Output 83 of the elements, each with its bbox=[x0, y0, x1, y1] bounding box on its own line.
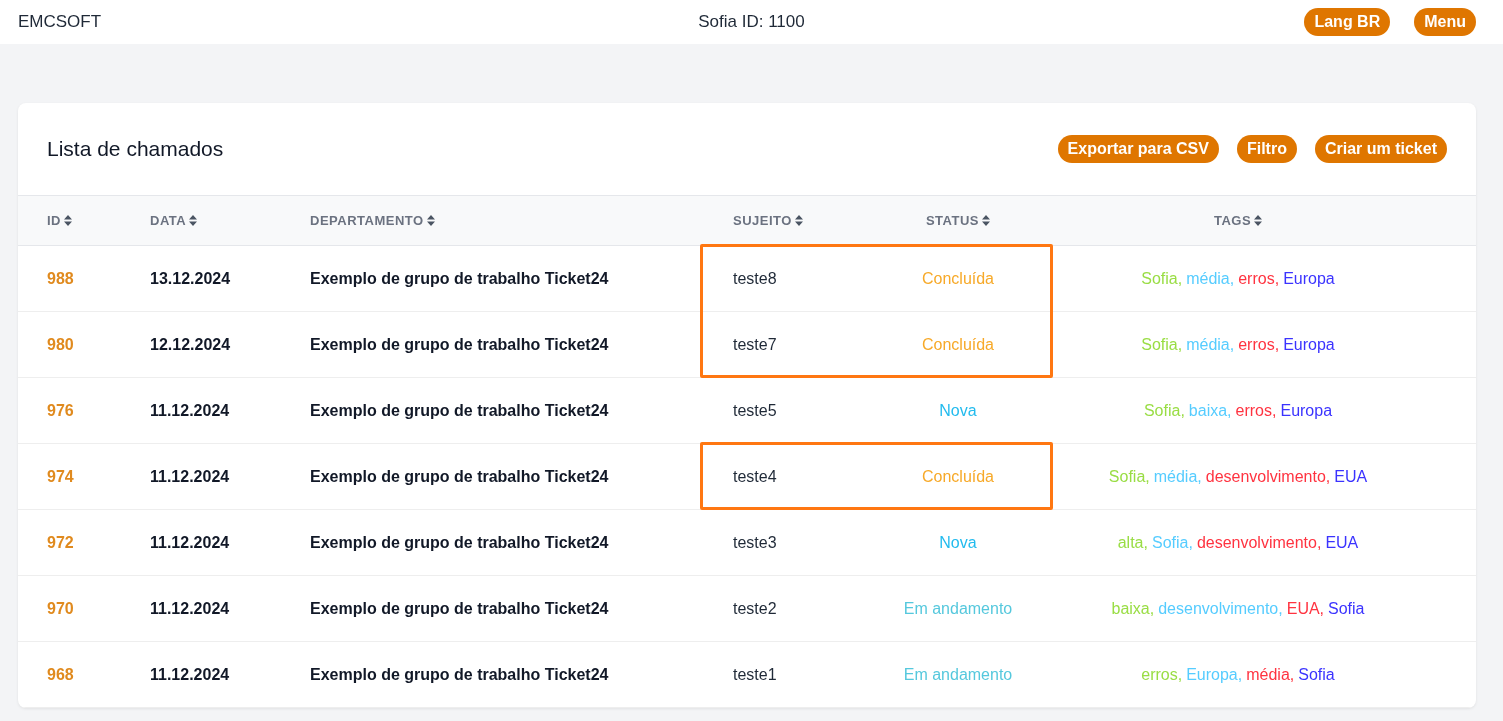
status-label: Concluída bbox=[921, 467, 994, 486]
tag-label: baixa, bbox=[1111, 599, 1155, 618]
date-cell: 11.12.2024 bbox=[150, 467, 230, 486]
tag-label: desenvolvimento, bbox=[1205, 467, 1331, 486]
top-button[interactable]: Menu bbox=[1414, 8, 1476, 36]
tag-label: EUA bbox=[1325, 533, 1359, 552]
column-header[interactable]: DATA bbox=[150, 213, 198, 228]
user-id: Sofia ID: 1100 bbox=[698, 12, 805, 32]
tag-label: desenvolvimento, bbox=[1196, 533, 1322, 552]
date-cell: 11.12.2024 bbox=[150, 533, 230, 552]
status-label: Concluída bbox=[921, 269, 994, 288]
ticket-id-link[interactable]: 980 bbox=[47, 335, 74, 354]
subject-cell: teste7 bbox=[733, 335, 777, 354]
action-button[interactable]: Criar um ticket bbox=[1314, 135, 1447, 163]
tag-label: erros, bbox=[1141, 665, 1183, 684]
date-cell: 11.12.2024 bbox=[150, 401, 230, 420]
department-cell: Exemplo de grupo de trabalho Ticket24 bbox=[310, 533, 609, 552]
tag-label: erros, bbox=[1235, 401, 1277, 420]
status-label: Em andamento bbox=[903, 599, 1013, 618]
status-label: Concluída bbox=[921, 335, 994, 354]
department-cell: Exemplo de grupo de trabalho Ticket24 bbox=[310, 665, 609, 684]
date-cell: 11.12.2024 bbox=[150, 599, 230, 618]
tag-label: média, bbox=[1186, 269, 1235, 288]
column-header[interactable]: ID bbox=[47, 213, 72, 228]
action-button[interactable]: Filtro bbox=[1236, 135, 1297, 163]
sort-icon bbox=[1254, 215, 1263, 226]
action-button[interactable]: Exportar para CSV bbox=[1057, 135, 1219, 163]
ticket-id-link[interactable]: 972 bbox=[47, 533, 74, 552]
ticket-id-link[interactable]: 988 bbox=[47, 269, 74, 288]
department-cell: Exemplo de grupo de trabalho Ticket24 bbox=[310, 401, 609, 420]
tag-label: erros, bbox=[1238, 269, 1280, 288]
tag-label: EUA bbox=[1334, 467, 1368, 486]
ticket-id-link[interactable]: 968 bbox=[47, 665, 74, 684]
subject-cell: teste4 bbox=[733, 467, 777, 486]
department-cell: Exemplo de grupo de trabalho Ticket24 bbox=[310, 269, 609, 288]
tag-label: Sofia, bbox=[1143, 401, 1185, 420]
sort-icon bbox=[189, 215, 198, 226]
subject-cell: teste5 bbox=[733, 401, 777, 420]
sort-icon bbox=[794, 215, 803, 226]
sort-icon bbox=[64, 215, 72, 226]
tag-label: Sofia, bbox=[1151, 533, 1193, 552]
column-header[interactable]: SUJEITO bbox=[733, 213, 803, 228]
card-title: Lista de chamados bbox=[47, 137, 224, 161]
ticket-id-link[interactable]: 976 bbox=[47, 401, 74, 420]
date-cell: 11.12.2024 bbox=[150, 665, 230, 684]
ticket-id-link[interactable]: 970 bbox=[47, 599, 74, 618]
tag-label: alta, bbox=[1117, 533, 1148, 552]
tag-label: média, bbox=[1153, 467, 1202, 486]
tag-label: Sofia bbox=[1298, 665, 1335, 684]
column-header[interactable]: DEPARTAMENTO bbox=[310, 213, 435, 228]
tag-label: desenvolvimento, bbox=[1158, 599, 1283, 618]
department-cell: Exemplo de grupo de trabalho Ticket24 bbox=[310, 335, 609, 354]
tag-label: média, bbox=[1186, 335, 1235, 354]
column-header[interactable]: TAGS bbox=[1213, 213, 1263, 228]
tag-label: baixa, bbox=[1188, 401, 1232, 420]
subject-cell: teste2 bbox=[733, 599, 777, 618]
top-button[interactable]: Lang BR bbox=[1304, 8, 1391, 36]
tag-label: erros, bbox=[1238, 335, 1280, 354]
ticket-id-link[interactable]: 974 bbox=[47, 467, 74, 486]
sort-icon bbox=[982, 215, 991, 226]
sort-icon bbox=[426, 215, 435, 226]
status-label: Nova bbox=[939, 533, 977, 552]
tag-label: EUA, bbox=[1286, 599, 1325, 618]
department-cell: Exemplo de grupo de trabalho Ticket24 bbox=[310, 467, 609, 486]
tag-label: Europa bbox=[1283, 269, 1335, 288]
tag-label: média, bbox=[1246, 665, 1295, 684]
tag-label: Europa bbox=[1283, 335, 1335, 354]
brand-name: EMCSOFT bbox=[18, 12, 102, 32]
column-header[interactable]: STATUS bbox=[925, 213, 991, 228]
subject-cell: teste3 bbox=[733, 533, 777, 552]
date-cell: 12.12.2024 bbox=[150, 335, 231, 354]
status-label: Nova bbox=[939, 401, 977, 420]
tag-label: Sofia bbox=[1328, 599, 1365, 618]
tag-label: Sofia, bbox=[1141, 269, 1183, 288]
date-cell: 13.12.2024 bbox=[150, 269, 231, 288]
department-cell: Exemplo de grupo de trabalho Ticket24 bbox=[310, 599, 609, 618]
status-label: Em andamento bbox=[903, 665, 1013, 684]
subject-cell: teste8 bbox=[733, 269, 777, 288]
tag-label: Europa bbox=[1280, 401, 1333, 420]
tag-label: Sofia, bbox=[1108, 467, 1150, 486]
tag-label: Europa, bbox=[1186, 665, 1243, 684]
tag-label: Sofia, bbox=[1141, 335, 1183, 354]
subject-cell: teste1 bbox=[733, 665, 777, 684]
